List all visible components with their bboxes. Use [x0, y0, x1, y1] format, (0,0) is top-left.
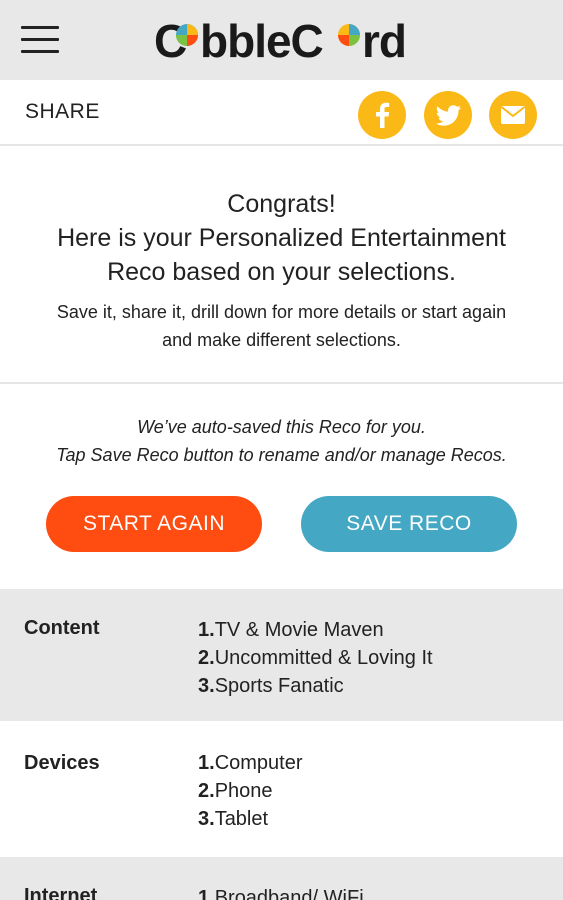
- devices-list: 1.Computer 2.Phone 3.Tablet: [198, 749, 303, 833]
- list-item: 1.Broadband/ WiFi: [198, 887, 364, 900]
- email-share-button[interactable]: [489, 91, 537, 139]
- facebook-icon: [376, 102, 390, 128]
- list-item: 3.Tablet: [198, 808, 269, 830]
- list-item: 1.Computer: [198, 752, 303, 774]
- twitter-icon: [435, 105, 461, 126]
- internet-list: 1.Broadband/ WiFi: [198, 884, 364, 900]
- svg-text:bbleC: bbleC: [200, 15, 323, 66]
- autosave-note-line-1: We’ve auto-saved this Reco for you.: [137, 417, 426, 437]
- list-item: 2.Phone: [198, 780, 273, 802]
- twitter-share-button[interactable]: [424, 91, 472, 139]
- devices-section-title: Devices: [24, 752, 100, 774]
- content-list: 1.TV & Movie Maven 2.Uncommitted & Lovin…: [198, 616, 433, 700]
- hamburger-menu-icon[interactable]: [21, 26, 59, 54]
- content-section[interactable]: Content 1.TV & Movie Maven 2.Uncommitted…: [0, 589, 563, 721]
- list-item: 1.TV & Movie Maven: [198, 619, 384, 641]
- facebook-share-button[interactable]: [358, 91, 406, 139]
- cobblecord-logo: C bbleC rd: [154, 15, 407, 66]
- share-label: SHARE: [25, 100, 100, 123]
- content-section-title: Content: [24, 617, 100, 639]
- intro-subtext-line-2: and make different selections.: [162, 330, 401, 350]
- start-again-button[interactable]: START AGAIN: [46, 496, 262, 552]
- devices-section[interactable]: Devices 1.Computer 2.Phone 3.Tablet: [0, 721, 563, 857]
- autosave-note-line-2: Tap Save Reco button to rename and/or ma…: [56, 445, 507, 465]
- email-icon: [500, 106, 526, 124]
- app-header: C bbleC rd: [0, 0, 563, 80]
- list-item: 3.Sports Fanatic: [198, 675, 344, 697]
- svg-text:rd: rd: [362, 15, 406, 66]
- reco-heading-line-1: Here is your Personalized Entertainment: [57, 224, 506, 252]
- internet-section[interactable]: Internet 1.Broadband/ WiFi: [0, 857, 563, 900]
- congrats-panel: Congrats! Here is your Personalized Ente…: [0, 148, 563, 384]
- internet-section-title: Internet: [24, 885, 98, 900]
- congrats-heading: Congrats!: [227, 190, 336, 218]
- reco-heading-line-2: Reco based on your selections.: [107, 258, 456, 286]
- autosave-panel: We’ve auto-saved this Reco for you. Tap …: [0, 386, 563, 588]
- intro-subtext-line-1: Save it, share it, drill down for more d…: [56, 302, 507, 322]
- list-item: 2.Uncommitted & Loving It: [198, 647, 433, 669]
- save-reco-button[interactable]: SAVE RECO: [301, 496, 517, 552]
- share-bar: SHARE: [0, 80, 563, 146]
